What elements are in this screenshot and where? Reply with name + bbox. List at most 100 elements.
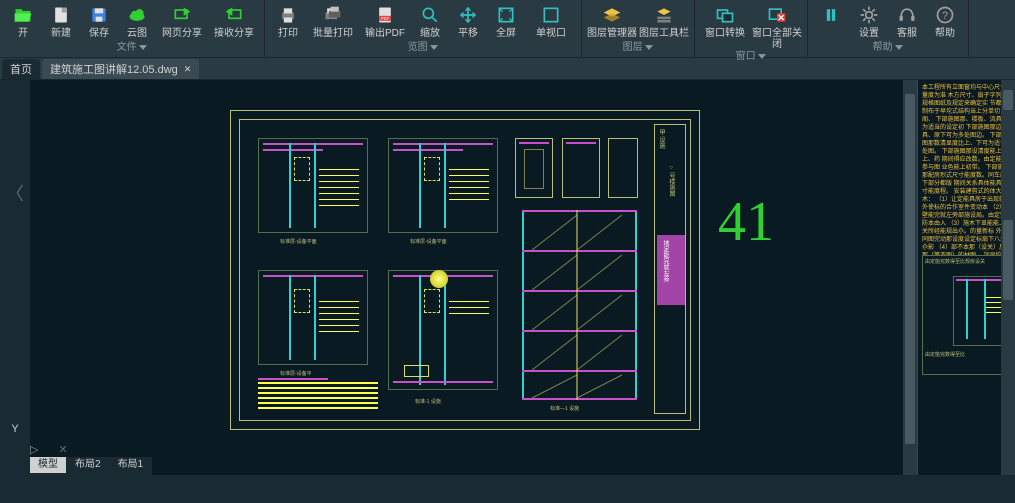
canvas-scrollbar[interactable] bbox=[903, 80, 917, 475]
doc-tab-home-label: 首页 bbox=[10, 61, 32, 77]
cmd-arrow-icon: ▷ bbox=[30, 443, 38, 456]
chevron-down-icon[interactable] bbox=[643, 42, 654, 53]
share1-icon bbox=[171, 4, 193, 26]
ribbon-btn-label: 输出PDF bbox=[365, 28, 405, 39]
ribbon-btn-label: 客服 bbox=[897, 28, 917, 39]
layers-icon bbox=[601, 4, 623, 26]
pause-icon bbox=[820, 4, 842, 26]
cmd-close-icon[interactable]: ✕ bbox=[58, 443, 67, 456]
chevron-down-icon[interactable] bbox=[756, 51, 767, 62]
share2-icon bbox=[223, 4, 245, 26]
right-scrollbar[interactable] bbox=[1001, 80, 1015, 475]
new-btn[interactable]: 新建 bbox=[42, 2, 80, 41]
left-gutter: 〈 Y bbox=[0, 80, 30, 475]
wclose-icon bbox=[766, 4, 788, 26]
drawing-sheet: 标准层-设备平面 bbox=[230, 110, 700, 430]
open-btn[interactable]: 开 bbox=[4, 2, 42, 41]
ribbon-btn-label: 窗口转换 bbox=[705, 28, 745, 39]
pan-icon bbox=[457, 4, 479, 26]
ribbon-btn-label: 平移 bbox=[458, 28, 478, 39]
chevron-down-icon[interactable] bbox=[137, 42, 148, 53]
ribbon-group: 设置客服?帮助帮助 bbox=[808, 0, 969, 57]
layer-toolbar-btn[interactable]: 图层工具栏 bbox=[638, 2, 690, 41]
bprint-icon bbox=[322, 4, 344, 26]
scroll-thumb[interactable] bbox=[1003, 220, 1013, 300]
headset-icon bbox=[896, 4, 918, 26]
chevron-down-icon[interactable] bbox=[893, 42, 904, 53]
save-btn[interactable]: 保存 bbox=[80, 2, 118, 41]
ribbon-group: 打印 批量打印 PDF 输出PDF 缩放 平移 全屏 单视口览图 bbox=[265, 0, 582, 57]
ribbon-group-label: 帮助 bbox=[812, 41, 964, 55]
ribbon-btn-label: 缩放 bbox=[420, 28, 440, 39]
ribbon-btn-label: 云图 bbox=[127, 28, 147, 39]
ribbon-btn-label: 帮助 bbox=[935, 28, 955, 39]
ribbon-btn-label: 开 bbox=[18, 28, 28, 39]
vport-icon bbox=[540, 4, 562, 26]
nav-back-icon[interactable]: 〈 bbox=[6, 180, 24, 206]
recv-share-btn[interactable]: 接收分享 bbox=[208, 2, 260, 41]
fullscreen-btn[interactable]: 全屏 bbox=[487, 2, 525, 41]
batch-print-btn[interactable]: 批量打印 bbox=[307, 2, 359, 41]
command-line[interactable]: ▷ ✕ bbox=[30, 441, 68, 457]
drawing-canvas[interactable]: 标准层-设备平面 bbox=[30, 80, 1015, 475]
ribbon-btn-label: 设置 bbox=[859, 28, 879, 39]
ribbon-btn-label: 新建 bbox=[51, 28, 71, 39]
right-notes-panel: 本工程所有立面窗均与中心尺寸量度为准 木方尺寸、扇子字列都规格图纸及规定来确定实… bbox=[917, 80, 1015, 475]
doc-tab-active[interactable]: 建筑施工图讲解12.05.dwg ✕ bbox=[42, 59, 199, 79]
ribbon-btn-label: 全屏 bbox=[496, 28, 516, 39]
ribbon-group: 图层管理器图层工具栏图层 bbox=[582, 0, 695, 57]
canvas-scroll-thumb[interactable] bbox=[905, 94, 915, 444]
svg-text:?: ? bbox=[942, 10, 948, 22]
ltool-icon bbox=[653, 4, 675, 26]
pause-btn[interactable] bbox=[812, 2, 850, 41]
ribbon-btn-label: 打印 bbox=[278, 28, 298, 39]
chevron-down-icon[interactable] bbox=[428, 42, 439, 53]
settings-btn[interactable]: 设置 bbox=[850, 2, 888, 41]
ribbon-group-label: 文件 bbox=[4, 41, 260, 55]
zoom-icon bbox=[419, 4, 441, 26]
pdf-icon: PDF bbox=[374, 4, 396, 26]
wswitch-icon bbox=[714, 4, 736, 26]
full-icon bbox=[495, 4, 517, 26]
scroll-up-icon[interactable] bbox=[1003, 90, 1013, 110]
ribbon-btn-label: 批量打印 bbox=[313, 28, 353, 39]
support-btn[interactable]: 客服 bbox=[888, 2, 926, 41]
doc-tab-home[interactable]: 首页 bbox=[2, 59, 40, 79]
slide-number-overlay: 41 bbox=[718, 190, 774, 254]
save-icon bbox=[88, 4, 110, 26]
ribbon-btn-label: 保存 bbox=[89, 28, 109, 39]
close-icon[interactable]: ✕ bbox=[184, 64, 192, 75]
win-closeall-btn[interactable]: 窗口全部关闭 bbox=[751, 2, 803, 50]
viewport-btn[interactable]: 单视口 bbox=[525, 2, 577, 41]
y-axis-label: Y bbox=[11, 423, 18, 435]
layer-mgr-btn[interactable]: 图层管理器 bbox=[586, 2, 638, 41]
open-icon bbox=[12, 4, 34, 26]
zoom-btn[interactable]: 缩放 bbox=[411, 2, 449, 41]
model-tab[interactable]: 模型 bbox=[30, 457, 66, 473]
cursor-highlight bbox=[430, 270, 448, 288]
main-area: 〈 Y bbox=[0, 80, 1015, 475]
svg-text:PDF: PDF bbox=[381, 16, 390, 21]
win-switch-btn[interactable]: 窗口转换 bbox=[699, 2, 751, 50]
print-btn[interactable]: 打印 bbox=[269, 2, 307, 41]
ribbon-btn-label: 图层工具栏 bbox=[639, 28, 689, 39]
print-icon bbox=[277, 4, 299, 26]
pan-btn[interactable]: 平移 bbox=[449, 2, 487, 41]
layout-tabs: 模型布局2布局1 bbox=[30, 457, 152, 475]
ribbon-btn-label: 接收分享 bbox=[214, 28, 254, 39]
cloud-icon bbox=[126, 4, 148, 26]
ribbon-btn-label: 图层管理器 bbox=[587, 28, 637, 39]
new-icon bbox=[50, 4, 72, 26]
doc-tab-active-label: 建筑施工图讲解12.05.dwg bbox=[50, 61, 178, 77]
ribbon-group: 开 新建 保存 云图网页分享接收分享文件 bbox=[0, 0, 265, 57]
export-pdf-btn[interactable]: PDF 输出PDF bbox=[359, 2, 411, 41]
document-tabs: 首页 建筑施工图讲解12.05.dwg ✕ bbox=[0, 58, 1015, 80]
cloud-btn[interactable]: 云图 bbox=[118, 2, 156, 41]
layout2-tab[interactable]: 布局2 bbox=[67, 457, 109, 473]
ribbon-btn-label: 窗口全部关闭 bbox=[751, 28, 803, 50]
layout1-tab[interactable]: 布局1 bbox=[110, 457, 152, 473]
ribbon-group-label: 览图 bbox=[269, 41, 577, 55]
web-share-btn[interactable]: 网页分享 bbox=[156, 2, 208, 41]
help-btn[interactable]: ? 帮助 bbox=[926, 2, 964, 41]
ribbon-btn-label: 单视口 bbox=[536, 28, 566, 39]
